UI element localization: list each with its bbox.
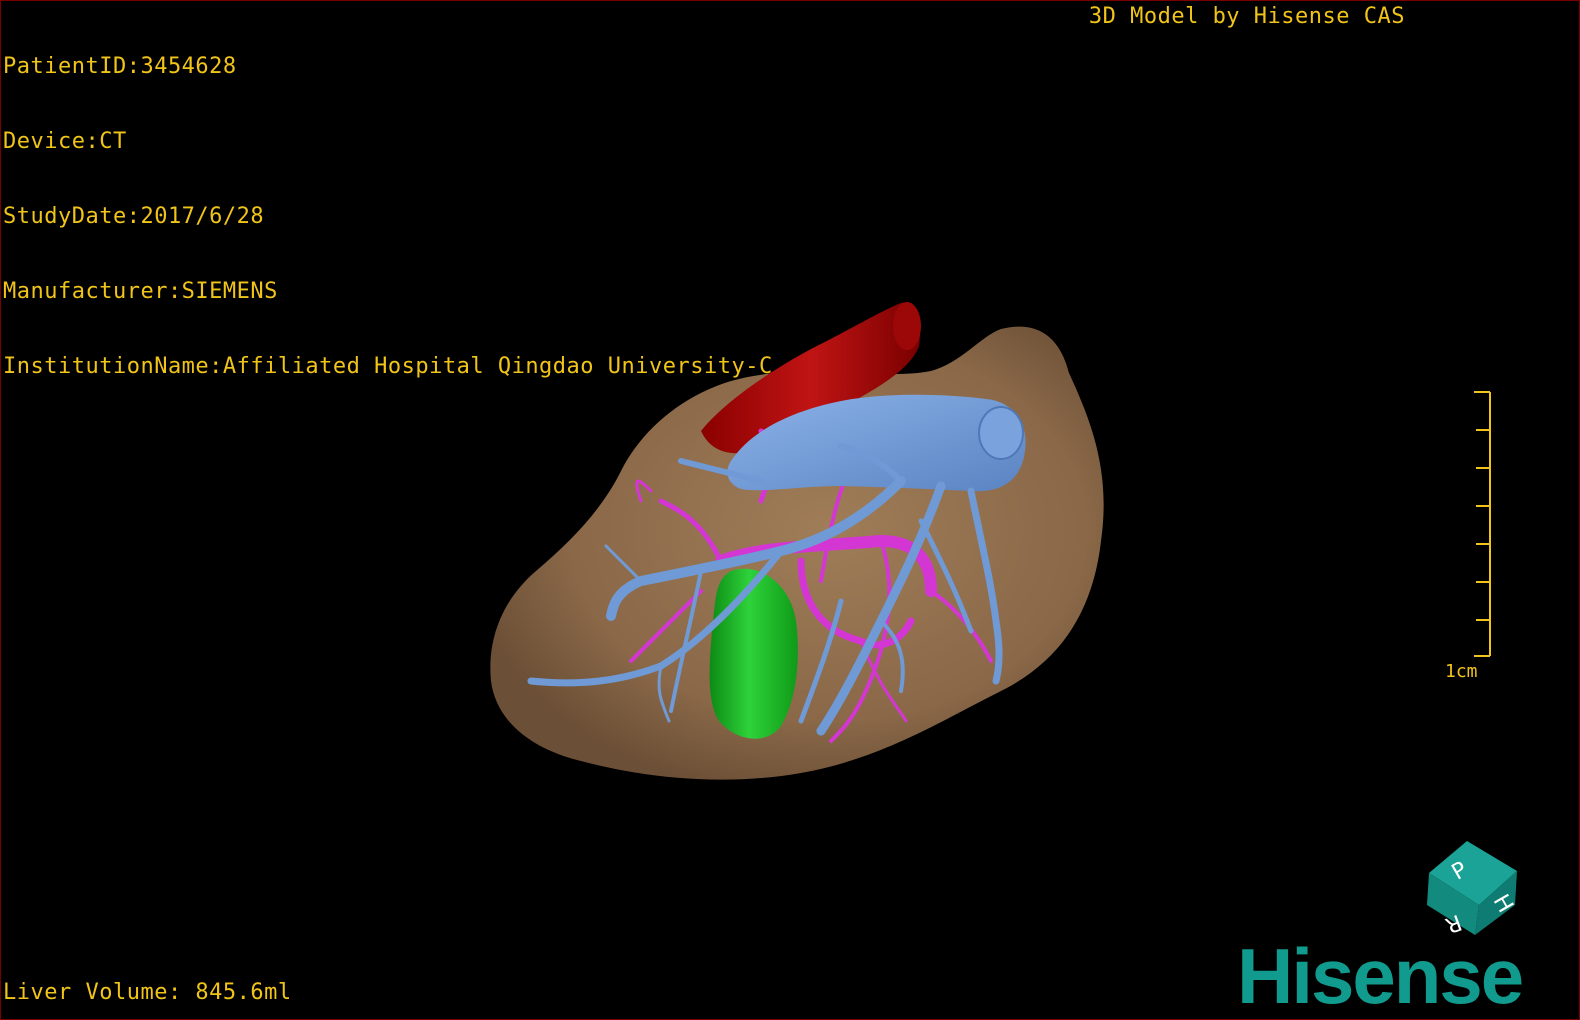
patient-id-text: PatientID:3454628 [3, 54, 237, 79]
orientation-cube[interactable]: P H R [1419, 833, 1523, 937]
3d-viewport[interactable]: PatientID:3454628 Device:CT StudyDate:20… [0, 0, 1580, 1020]
device-text: Device:CT [3, 129, 127, 154]
model-credit-text: 3D Model by Hisense CAS [1088, 4, 1405, 29]
hisense-logo: Hisense [1237, 932, 1524, 1020]
manufacturer-text: Manufacturer:SIEMENS [3, 279, 278, 304]
scale-label: 1cm [1445, 661, 1478, 682]
scale-bar [1474, 391, 1491, 657]
liver-volume-text: Liver Volume: 845.6ml [3, 980, 292, 1005]
hepatic-vein-end [978, 406, 1024, 460]
patient-info-overlay: PatientID:3454628 Device:CT StudyDate:20… [3, 4, 773, 429]
institution-text: InstitutionName:Affiliated Hospital Qing… [3, 354, 773, 379]
study-date-text: StudyDate:2017/6/28 [3, 204, 265, 229]
vena-cava-end [893, 302, 921, 350]
tumor-region [709, 568, 798, 739]
